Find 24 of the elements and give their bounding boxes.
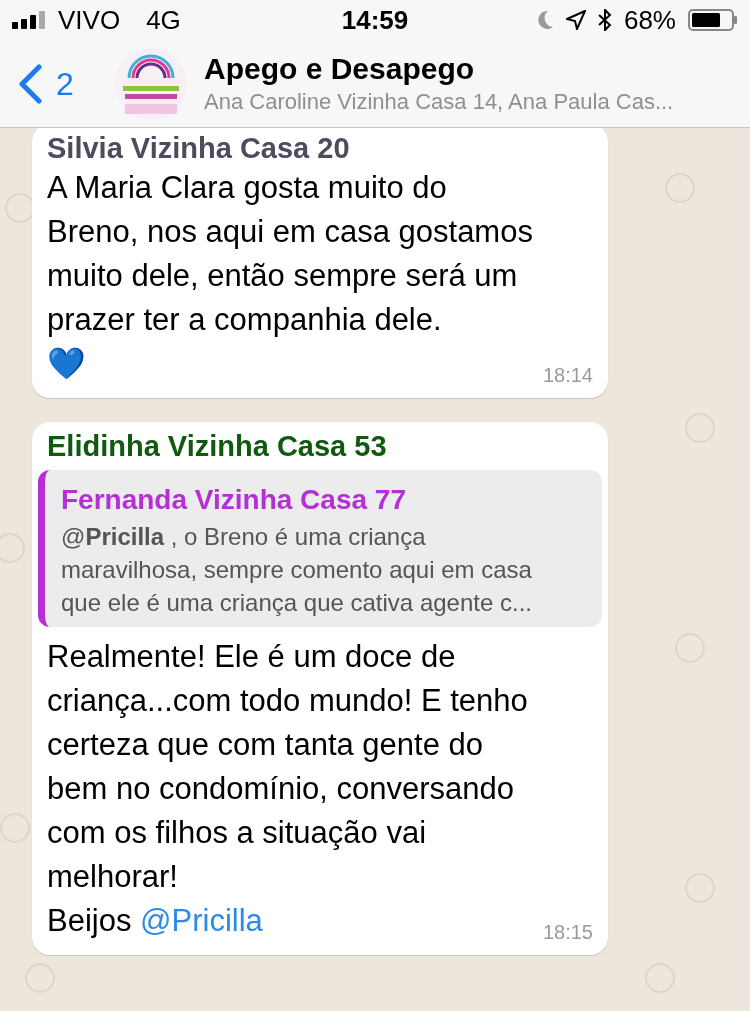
carrier-label: VIVO	[58, 3, 121, 37]
message-text: A Maria Clara gosta muito do Breno, nos aqui em casa gostamos muito dele, então sempre será um prazer ter a companhia dele. 💙	[47, 169, 533, 383]
battery-icon	[688, 9, 738, 31]
chevron-left-icon	[18, 63, 42, 104]
sender-name: Silvia Vizinha Casa 20	[47, 131, 351, 166]
message-text: Realmente! Ele é um doce de criança...com todo mundo! E tenho certeza que com tanta gente do bem no condomínio, conversando com os filhos a situação vai melhorar! Beijos @Pricilla	[47, 638, 528, 940]
group-title: Apego e Desapego	[204, 50, 476, 87]
moon-icon	[535, 10, 554, 30]
group-avatar[interactable]	[115, 47, 187, 120]
back-button[interactable]: 2	[0, 59, 112, 108]
quoted-text: @Pricilla , o Breno é uma criança maravilhosa, sempre comento aqui em casa que ele é uma criança que cativa agente c...	[61, 522, 533, 618]
quoted-message[interactable]: Fernanda Vizinha Casa 77 @Pricilla , o Breno é uma criança maravilhosa, sempre comento aqui em casa que ele é uma criança que cativa agente c...	[38, 470, 602, 627]
sender-name: Elidinha Vizinha Casa 53	[47, 429, 388, 464]
mention-link[interactable]: @Pricilla	[140, 903, 263, 938]
network-label: 4G	[146, 3, 181, 37]
message-time: 18:14	[542, 363, 593, 388]
quoted-sender: Fernanda Vizinha Casa 77	[61, 483, 407, 517]
group-members: Ana Caroline Vizinha Casa 14, Ana Paula Cas...	[204, 87, 674, 116]
message-time: 18:15	[542, 920, 593, 945]
battery-percent: 68%	[623, 3, 676, 37]
location-arrow-icon	[565, 10, 586, 30]
clock: 14:59	[341, 3, 409, 37]
bluetooth-icon	[597, 9, 612, 31]
signal-icon	[12, 11, 48, 29]
